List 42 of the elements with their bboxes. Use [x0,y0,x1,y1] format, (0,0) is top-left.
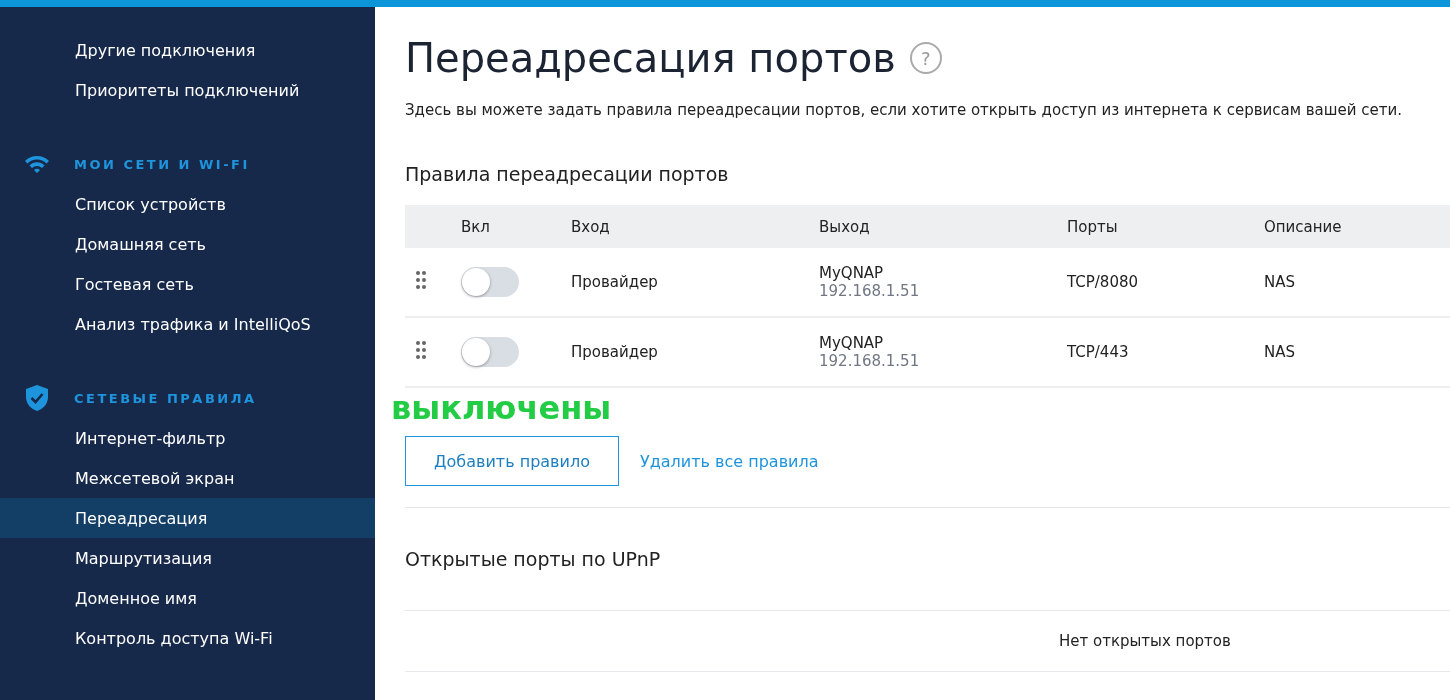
annotation-text: выключены [391,389,612,427]
toggle-switch[interactable] [461,337,519,367]
table-cell-text: TCP/8080 [1067,273,1140,291]
table-cell-text: NAS [1264,273,1296,291]
sidebar-item[interactable]: Контроль доступа Wi-Fi [0,618,375,658]
sidebar-item[interactable]: Анализ трафика и IntelliQoS [0,304,375,344]
add-rule-button[interactable]: Добавить правило [405,436,619,486]
ip-address: 192.168.1.51 [819,282,921,300]
shield-check-icon [24,384,50,412]
column-header: Вкл [461,217,491,236]
table-cell-text: Провайдер [571,343,659,361]
sidebar-item[interactable]: Приоритеты подключений [0,70,375,110]
column-header: Вход [571,217,611,236]
sidebar-item[interactable]: Список устройств [0,184,375,224]
sidebar-item[interactable]: Переадресация [0,498,375,538]
drag-handle-icon[interactable] [415,270,427,290]
section-title: МОИ СЕТИ И WI-FI [74,156,250,172]
column-header: Описание [1264,217,1343,236]
wifi-icon [24,154,50,174]
section-title: СЕТЕВЫЕ ПРАВИЛА [74,390,257,406]
table-cell-text: MyQNAP [819,334,885,352]
table-cell-text: TCP/443 [1067,343,1130,361]
sidebar-item[interactable]: Другие подключения [0,30,375,70]
sidebar-item[interactable]: Маршрутизация [0,538,375,578]
sidebar-item[interactable]: Домашняя сеть [0,224,375,264]
sidebar-item[interactable]: Гостевая сеть [0,264,375,304]
table-cell-text: Провайдер [571,273,659,291]
toggle-switch[interactable] [461,267,519,297]
sidebar-item[interactable]: Межсетевой экран [0,458,375,498]
empty-message: Нет открытых портов [1059,632,1231,650]
drag-handle-icon[interactable] [415,340,427,360]
section-title: Открытые порты по UPnP [405,548,662,570]
sidebar-item[interactable]: Интернет-фильтр [0,418,375,458]
column-header: Порты [1067,217,1119,236]
section-title: Правила переадресации портов [405,163,730,185]
table-cell-text: NAS [1264,343,1296,361]
ip-address: 192.168.1.51 [819,352,921,370]
page-title: Переадресация портов [405,35,896,81]
column-header: Выход [819,217,871,236]
page-description: Здесь вы можете задать правила переадресации портов, если хотите открыть доступ из интернета к сервисам вашей сети. [405,101,1403,119]
sidebar-item[interactable]: Доменное имя [0,578,375,618]
table-cell-text: MyQNAP [819,264,885,282]
